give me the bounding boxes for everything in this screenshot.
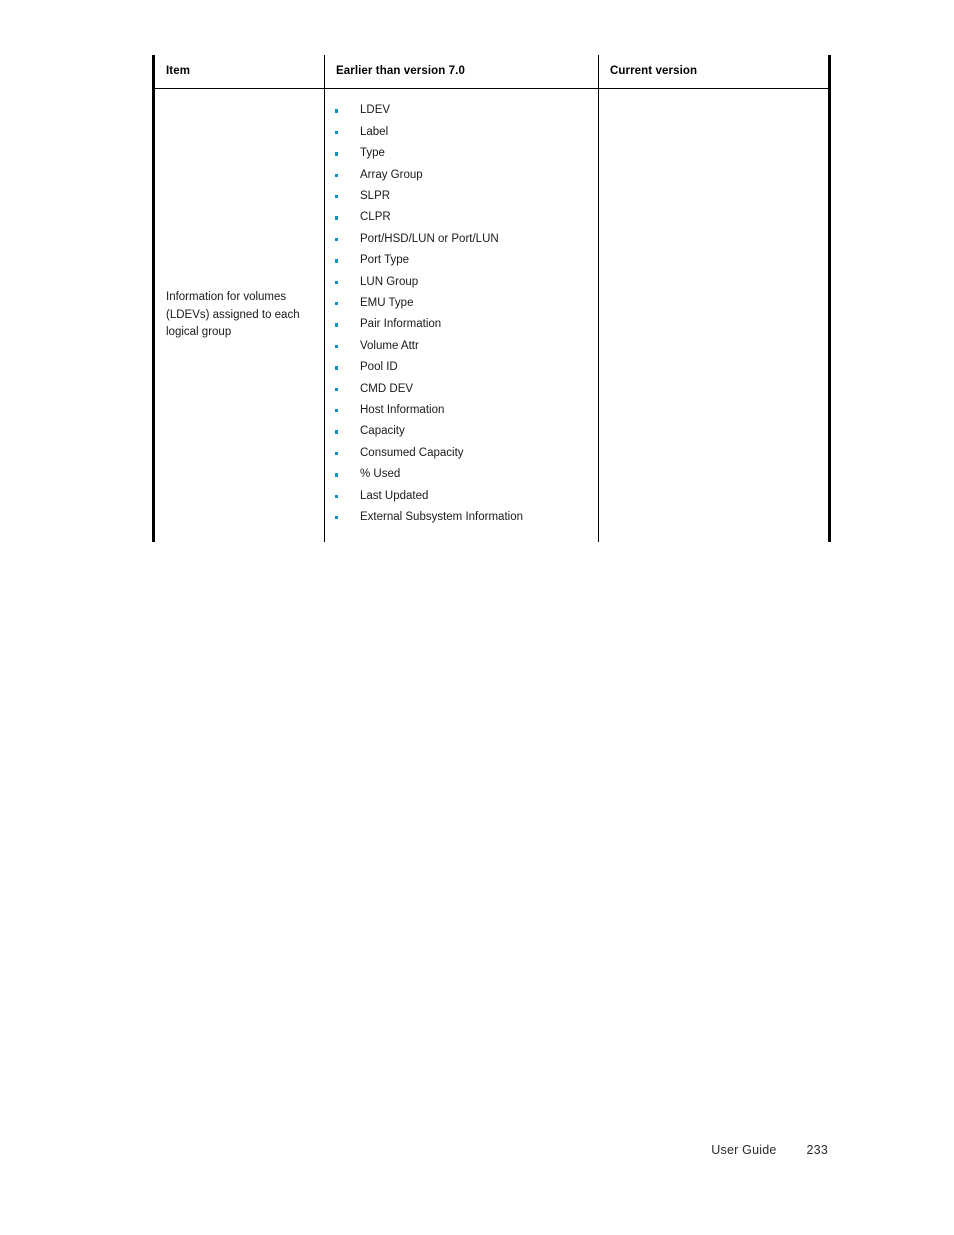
list-item: Port/HSD/LUN or Port/LUN: [333, 229, 590, 250]
list-item: EMU Type: [333, 293, 590, 314]
list-item: Volume Attr: [333, 336, 590, 357]
table-header-row: Item Earlier than version 7.0 Current ve…: [152, 55, 831, 90]
page-footer: User Guide 233: [0, 1143, 828, 1157]
list-item: LDEV: [333, 100, 590, 121]
list-item: SLPR: [333, 186, 590, 207]
list-item: Last Updated: [333, 486, 590, 507]
list-item: Array Group: [333, 165, 590, 186]
list-item: Type: [333, 143, 590, 164]
column-header-current-version: Current version: [598, 55, 831, 90]
list-item: CMD DEV: [333, 379, 590, 400]
cell-item-text: Information for volumes (LDEVs) assigned…: [166, 290, 300, 339]
list-item: CLPR: [333, 207, 590, 228]
list-item: % Used: [333, 464, 590, 485]
list-item: Pair Information: [333, 314, 590, 335]
cell-item: Information for volumes (LDEVs) assigned…: [152, 88, 325, 542]
footer-page-number: 233: [806, 1143, 828, 1157]
earlier-version-item-list: LDEV Label Type Array Group SLPR CLPR Port/HSD…: [325, 89, 598, 541]
list-item: Port Type: [333, 250, 590, 271]
column-header-earlier-version-label: Earlier than version 7.0: [336, 65, 465, 77]
list-item: Label: [333, 122, 590, 143]
list-item: Pool ID: [333, 357, 590, 378]
list-item: LUN Group: [333, 272, 590, 293]
table-row: Information for volumes (LDEVs) assigned…: [152, 88, 831, 542]
column-header-item-label: Item: [166, 65, 191, 77]
table-header: Item Earlier than version 7.0 Current ve…: [152, 55, 831, 90]
table-body: Information for volumes (LDEVs) assigned…: [152, 88, 831, 542]
list-item: External Subsystem Information: [333, 507, 590, 528]
column-header-item: Item: [152, 55, 325, 90]
column-header-earlier-version: Earlier than version 7.0: [324, 55, 599, 90]
comparison-table-container: Item Earlier than version 7.0 Current ve…: [152, 55, 831, 542]
version-comparison-table: Item Earlier than version 7.0 Current ve…: [152, 55, 831, 542]
list-item: Consumed Capacity: [333, 443, 590, 464]
list-item: Capacity: [333, 421, 590, 442]
cell-current-version: [598, 88, 831, 542]
cell-earlier-version: LDEV Label Type Array Group SLPR CLPR Port/HSD…: [324, 88, 599, 542]
list-item: Host Information: [333, 400, 590, 421]
footer-document-title: User Guide: [711, 1143, 777, 1157]
column-header-current-version-label: Current version: [610, 65, 698, 77]
